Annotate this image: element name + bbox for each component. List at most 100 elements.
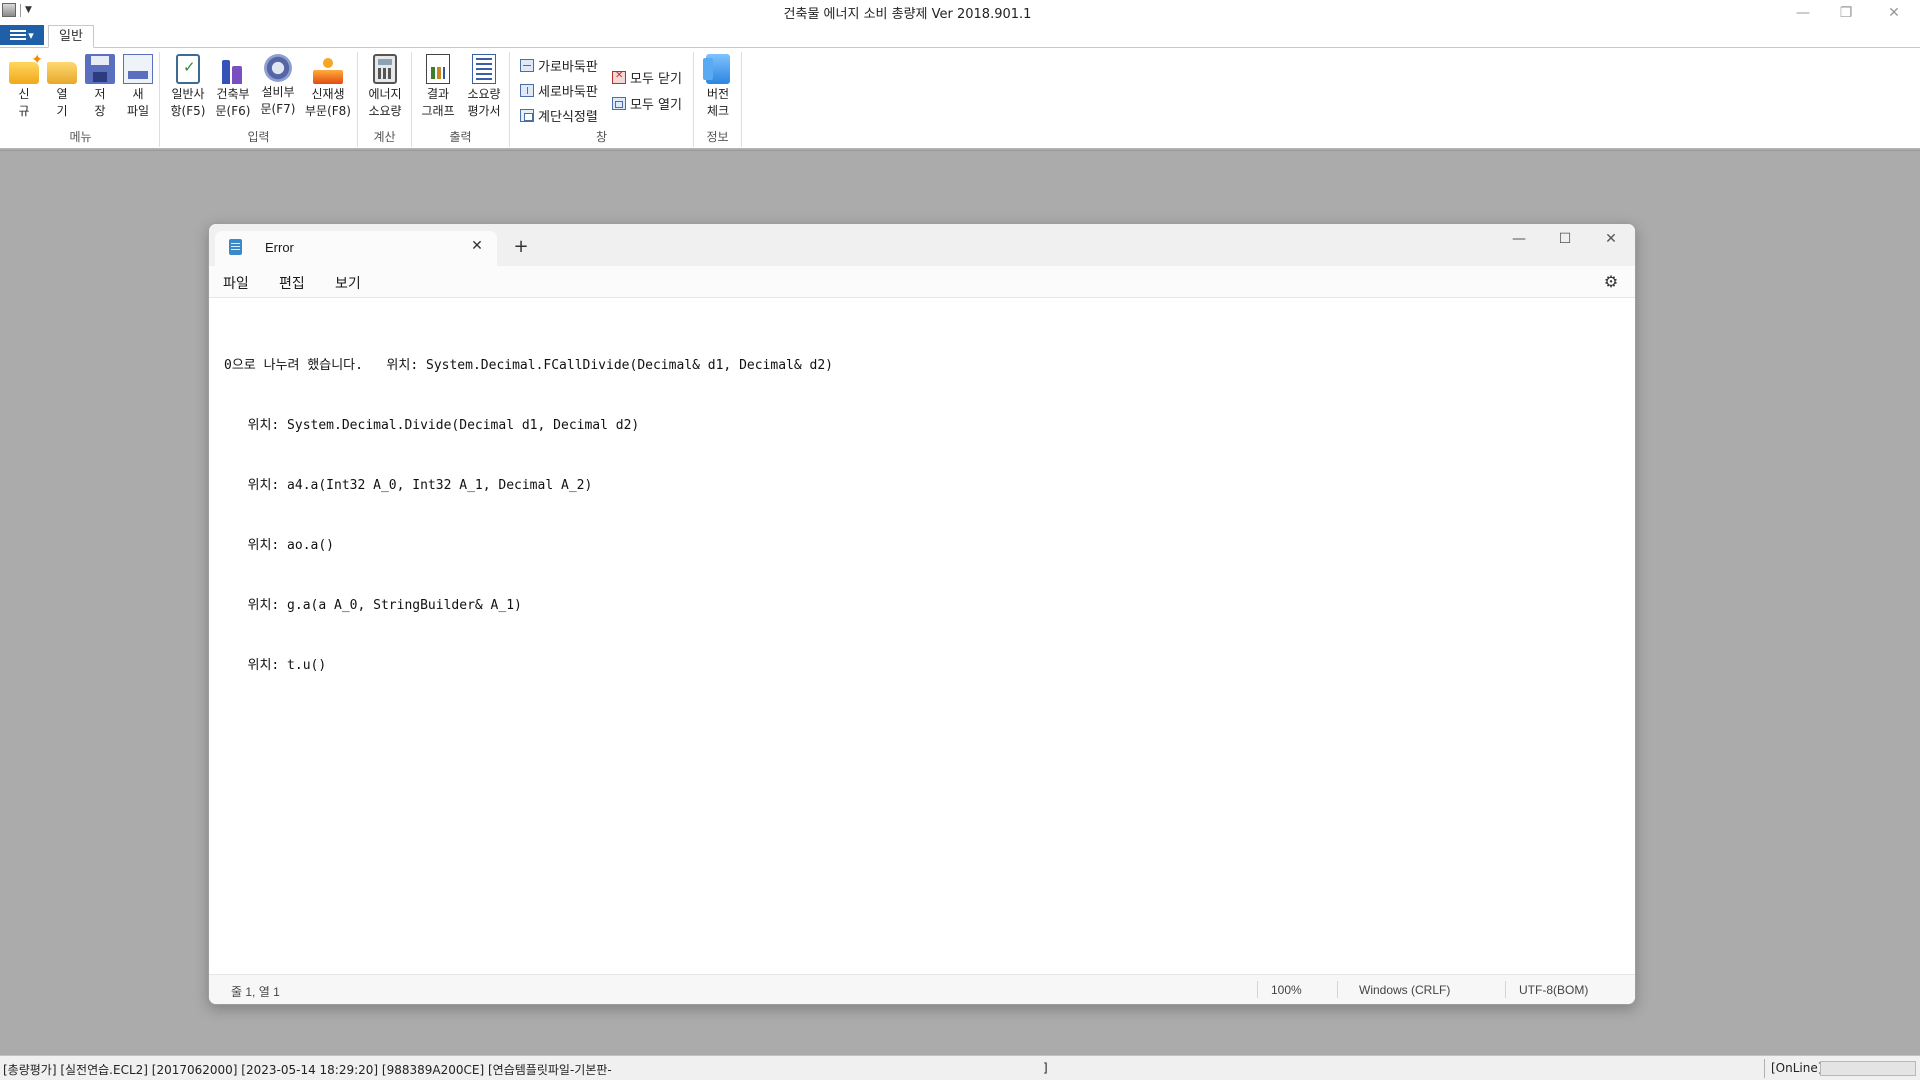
notepad-text-area[interactable]: 0으로 나누려 했습니다. 위치: System.Decimal.FCallDi… <box>209 298 1635 976</box>
tile-vertical-label: 세로바둑판 <box>538 84 598 100</box>
new-button-label-2: 규 <box>18 104 30 118</box>
renewable-section-label-1: 신재생 <box>311 87 345 101</box>
notepad-menu-bar: 파일 편집 보기 ⚙ <box>209 266 1635 298</box>
requirement-report-button[interactable]: 소요량 평가서 <box>462 54 506 120</box>
ribbon-group-output: 결과 그래프 소요량 평가서 출력 <box>412 52 510 147</box>
equipment-section-label-2: 문(F7) <box>260 102 296 116</box>
ribbon-group-label: 메뉴 <box>69 130 92 144</box>
ribbon-group-label: 출력 <box>449 130 472 144</box>
open-all-label: 모두 열기 <box>630 97 682 113</box>
ribbon-tab-strip: ▾ 일반 <box>0 23 1920 48</box>
error-line: 위치: System.Decimal.Divide(Decimal d1, De… <box>224 418 640 433</box>
cursor-position: 줄 1, 열 1 <box>231 985 280 999</box>
cascade-label: 계단식정렬 <box>538 109 598 125</box>
renewable-section-label-2: 부문(F8) <box>305 104 351 118</box>
status-separator <box>1257 981 1258 998</box>
new-file-button[interactable]: 새 파일 <box>118 54 158 120</box>
file-menu-button[interactable]: ▾ <box>0 25 44 45</box>
save-disk-icon <box>85 54 115 84</box>
ribbon-group-window: 가로바둑판 세로바둑판 계단식정렬 모두 닫기 모두 열기 창 <box>510 52 694 147</box>
error-line: 0으로 나누려 했습니다. 위치: System.Decimal.FCallDi… <box>224 358 833 373</box>
tile-vertical-button[interactable]: 세로바둑판 <box>520 79 598 101</box>
result-graph-button[interactable]: 결과 그래프 <box>416 54 460 120</box>
notepad-close-button[interactable]: ✕ <box>1589 226 1633 252</box>
ribbon-group-label: 정보 <box>706 130 729 144</box>
building-section-button[interactable]: 건축부 문(F6) <box>211 54 255 120</box>
building-icon <box>220 54 246 84</box>
open-folder-icon <box>47 62 77 84</box>
requirement-report-label-2: 평가서 <box>467 104 501 118</box>
open-button[interactable]: 열 기 <box>42 54 82 120</box>
close-all-button[interactable]: 모두 닫기 <box>612 66 682 88</box>
error-line: 위치: a4.a(Int32 A_0, Int32 A_1, Decimal A… <box>224 478 593 493</box>
result-graph-label-2: 그래프 <box>421 104 455 118</box>
energy-requirement-button[interactable]: 에너지 소요량 <box>362 54 408 120</box>
error-line: 위치: g.a(a A_0, StringBuilder& A_1) <box>224 598 522 613</box>
equipment-section-label-1: 설비부 <box>261 85 295 99</box>
general-info-button[interactable]: 일반사 항(F5) <box>166 54 210 120</box>
open-button-label-1: 열 <box>56 87 68 101</box>
tile-horizontal-label: 가로바둑판 <box>538 59 598 75</box>
general-info-label-2: 항(F5) <box>170 104 206 118</box>
status-progress-bar <box>1820 1061 1916 1076</box>
encoding: UTF-8(BOM) <box>1519 983 1589 997</box>
status-info-text: [총량평가] [실전연습.ECL2] [2017062000] [2023-05… <box>3 1063 612 1077</box>
app-title: 건축물 에너지 소비 총량제 Ver 2018.901.1 <box>783 7 1032 22</box>
requirement-report-label-1: 소요량 <box>467 87 501 101</box>
new-button[interactable]: 신 규 <box>4 52 44 120</box>
notepad-tab-title: Error <box>265 240 294 255</box>
new-folder-icon <box>9 52 43 84</box>
menu-file[interactable]: 파일 <box>223 273 249 293</box>
general-info-label-1: 일반사 <box>171 87 205 101</box>
new-file-button-label-2: 파일 <box>126 104 150 118</box>
hamburger-menu-icon <box>10 30 27 40</box>
close-tab-icon[interactable]: ✕ <box>467 236 487 256</box>
ribbon: 신 규 열 기 저 장 새 파일 메뉴 일반사 항(F5) 건축부 문 <box>0 48 1920 149</box>
close-all-label: 모두 닫기 <box>630 71 682 87</box>
save-button[interactable]: 저 장 <box>80 54 120 120</box>
fan-icon <box>264 54 292 82</box>
zoom-level: 100% <box>1271 983 1302 997</box>
cascade-button[interactable]: 계단식정렬 <box>520 104 598 126</box>
cascade-icon <box>520 108 534 122</box>
ribbon-group-label: 입력 <box>247 130 270 144</box>
energy-requirement-label-1: 에너지 <box>368 87 402 101</box>
online-status: [OnLine] <box>1764 1059 1822 1078</box>
notepad-maximize-button[interactable]: ☐ <box>1543 226 1587 252</box>
chevron-down-icon: ▾ <box>28 28 34 42</box>
version-check-label-1: 버전 <box>706 87 730 101</box>
notepad-window: Error ✕ + — ☐ ✕ 파일 편집 보기 ⚙ 0으로 나누려 했습니다.… <box>208 223 1636 1005</box>
tab-general[interactable]: 일반 <box>48 25 94 48</box>
error-line: 위치: t.u() <box>224 658 327 673</box>
open-button-label-2: 기 <box>56 104 68 118</box>
open-all-button[interactable]: 모두 열기 <box>612 92 682 114</box>
status-bracket: ] <box>1043 1061 1048 1075</box>
result-graph-label-1: 결과 <box>426 87 450 101</box>
status-separator <box>1337 981 1338 998</box>
ribbon-group-label: 계산 <box>373 130 396 144</box>
renewable-section-button[interactable]: 신재생 부문(F8) <box>302 54 354 120</box>
menu-edit[interactable]: 편집 <box>279 273 305 293</box>
clipboard-check-icon <box>176 54 200 84</box>
menu-view[interactable]: 보기 <box>335 273 361 293</box>
building-section-label-2: 문(F6) <box>215 104 251 118</box>
equipment-section-button[interactable]: 설비부 문(F7) <box>256 54 300 118</box>
ribbon-group-input: 일반사 항(F5) 건축부 문(F6) 설비부 문(F7) 신재생 부문(F8)… <box>160 52 358 147</box>
ribbon-group-menu: 신 규 열 기 저 장 새 파일 메뉴 <box>2 52 160 147</box>
ribbon-group-label: 창 <box>595 130 608 144</box>
notepad-tab[interactable]: Error ✕ <box>215 231 497 266</box>
settings-gear-icon[interactable]: ⚙ <box>1601 272 1621 292</box>
notepad-status-bar: 줄 1, 열 1 100% Windows (CRLF) UTF-8(BOM) <box>209 974 1635 1004</box>
save-button-label-2: 장 <box>94 104 106 118</box>
version-check-button[interactable]: 버전 체크 <box>698 54 738 120</box>
energy-requirement-label-2: 소요량 <box>368 104 402 118</box>
tile-horizontal-button[interactable]: 가로바둑판 <box>520 54 598 76</box>
building-section-label-1: 건축부 <box>216 87 250 101</box>
new-tab-button[interactable]: + <box>509 236 533 260</box>
close-all-icon <box>612 70 626 84</box>
notepad-title-bar: Error ✕ + — ☐ ✕ <box>209 224 1635 266</box>
notepad-minimize-button[interactable]: — <box>1497 226 1541 252</box>
report-icon <box>472 54 496 84</box>
chart-document-icon <box>426 54 450 84</box>
open-all-icon <box>612 96 626 110</box>
